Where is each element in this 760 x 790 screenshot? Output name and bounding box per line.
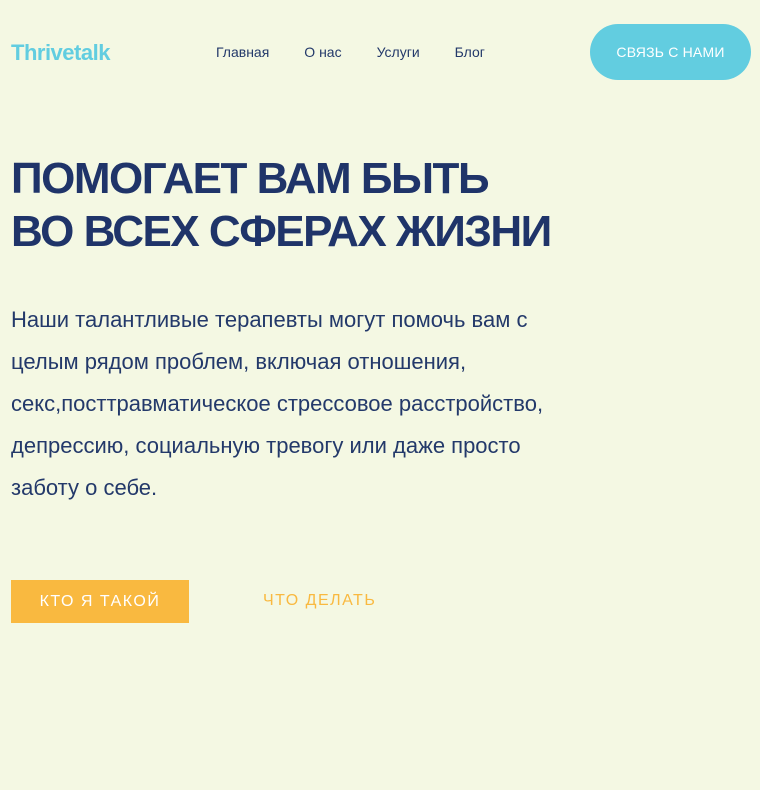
nav-link-home[interactable]: Главная	[216, 44, 269, 60]
hero-title-line-2: ВО ВСЕХ СФЕРАХ ЖИЗНИ	[11, 207, 552, 256]
hero-title: ПОМОГАЕТ ВАМ БЫТЬ ВО ВСЕХ СФЕРАХ ЖИЗНИ	[11, 152, 611, 258]
who-am-i-button[interactable]: КТО Я ТАКОЙ	[11, 580, 189, 623]
site-header: Thrivetalk Главная О нас Услуги Блог СВЯ…	[0, 0, 760, 104]
logo[interactable]: Thrivetalk	[11, 40, 110, 66]
nav-link-about[interactable]: О нас	[304, 44, 341, 60]
hero-description: Наши талантливые терапевты могут помочь …	[11, 307, 544, 500]
page: Thrivetalk Главная О нас Услуги Блог СВЯ…	[0, 0, 760, 790]
nav-link-services[interactable]: Услуги	[377, 44, 420, 60]
contact-us-button[interactable]: СВЯЗЬ С НАМИ	[590, 24, 751, 80]
what-to-do-button[interactable]: ЧТО ДЕЛАТЬ	[263, 591, 376, 611]
nav-link-blog[interactable]: Блог	[455, 44, 485, 60]
hero-title-line-1: ПОМОГАЕТ ВАМ БЫТЬ	[11, 154, 490, 203]
main-nav: Главная О нас Услуги Блог	[216, 44, 485, 60]
